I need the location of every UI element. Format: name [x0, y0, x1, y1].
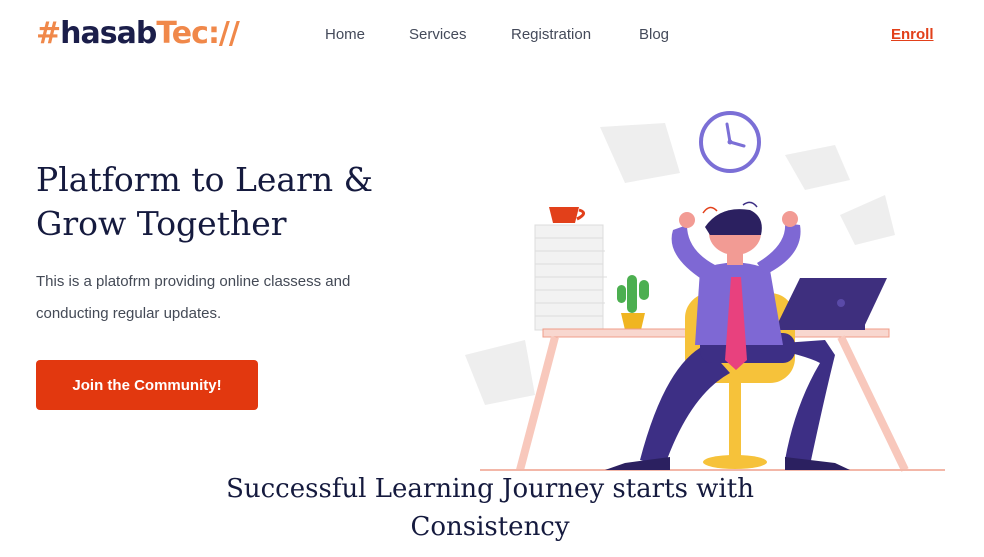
logo-hash: #: [36, 16, 61, 51]
paper-stack: [534, 224, 607, 331]
nav-registration-link[interactable]: Registration: [511, 24, 591, 46]
hero-description: This is a platofrm providing online clas…: [36, 273, 351, 322]
logo-tec: Tec://: [156, 16, 240, 51]
logo[interactable]: #hasabTec://: [36, 14, 240, 54]
hero-illustration: [465, 111, 945, 472]
nav-home-link[interactable]: Home: [325, 24, 365, 46]
cactus-plant-icon: [617, 275, 649, 330]
hero-title: Platform to Learn & Grow Together: [36, 160, 373, 243]
nav-blog-link[interactable]: Blog: [639, 24, 669, 46]
section-title: Successful Learning Journey starts with …: [226, 474, 754, 542]
nav-services-link[interactable]: Services: [409, 24, 467, 46]
enroll-link[interactable]: Enroll: [891, 24, 934, 46]
logo-name: hasab: [60, 16, 157, 51]
laptop-icon: [770, 278, 887, 330]
join-community-button[interactable]: Join the Community!: [36, 360, 258, 410]
coffee-cup-icon: [549, 207, 585, 223]
clock-icon: [699, 111, 761, 173]
